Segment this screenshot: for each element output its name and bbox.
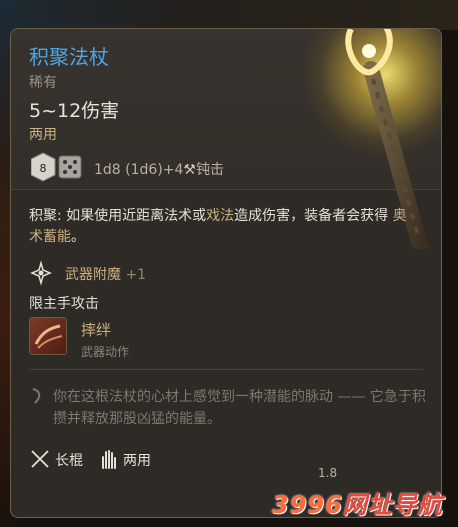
weapon-type-label: 长棍 xyxy=(55,453,83,469)
damage-type: 钝击 xyxy=(195,162,224,178)
item-description: 积聚: 如果使用近距离法术或戏法造成伤害，装备者会获得 奥术蓄能。 xyxy=(29,208,407,245)
damage-formula-line: 1d8 (1d6)+4⚒钝击 xyxy=(94,159,224,179)
watermark-text: 网址导航 xyxy=(342,491,443,519)
topple-action-icon[interactable] xyxy=(29,317,67,355)
damage-formula: 1d8 (1d6)+4 xyxy=(94,162,184,178)
site-watermark: 3996网址导航 xyxy=(272,485,458,523)
description-label: 积聚: xyxy=(29,208,62,224)
damage-dice-icon: 8 xyxy=(31,152,82,182)
item-tooltip: 积聚法杖 稀有 5~12伤害 两用 8 1d8 (1d6)+4⚒钝击 积聚: 如… xyxy=(10,28,442,518)
section-divider xyxy=(29,369,423,370)
watermark-digits: 3996 xyxy=(272,491,343,519)
hand-use-label: 两用 xyxy=(123,453,151,469)
background-top xyxy=(0,0,458,30)
enchantment-label: 武器附魔 xyxy=(65,267,121,283)
item-handedness: 两用 xyxy=(29,127,57,143)
bludgeon-icon: ⚒ xyxy=(183,162,196,178)
hand-use: 两用 xyxy=(97,448,177,472)
action-name: 摔绊 xyxy=(81,321,112,339)
enchantment-bonus: +1 xyxy=(125,267,147,283)
hand-icon xyxy=(102,450,116,469)
cantrip-link[interactable]: 戏法 xyxy=(206,208,234,224)
item-damage: 5~12伤害 xyxy=(29,100,120,122)
quarterstaff-icon xyxy=(31,450,49,468)
mainhand-restriction: 限主手攻击 xyxy=(29,296,99,312)
action-type: 武器动作 xyxy=(81,345,130,359)
item-rarity: 稀有 xyxy=(29,75,57,91)
item-weight: 1.8 xyxy=(318,466,338,480)
enchantment-icon xyxy=(30,261,52,285)
item-name: 积聚法杖 xyxy=(29,45,109,69)
quill-icon xyxy=(32,388,41,404)
dice-face-label: 8 xyxy=(40,162,47,175)
flavor-text: 你在这根法杖的心材上感觉到一种潜能的脉动 —— 它急于积攒并释放那股凶猛的能量。 xyxy=(53,389,426,427)
